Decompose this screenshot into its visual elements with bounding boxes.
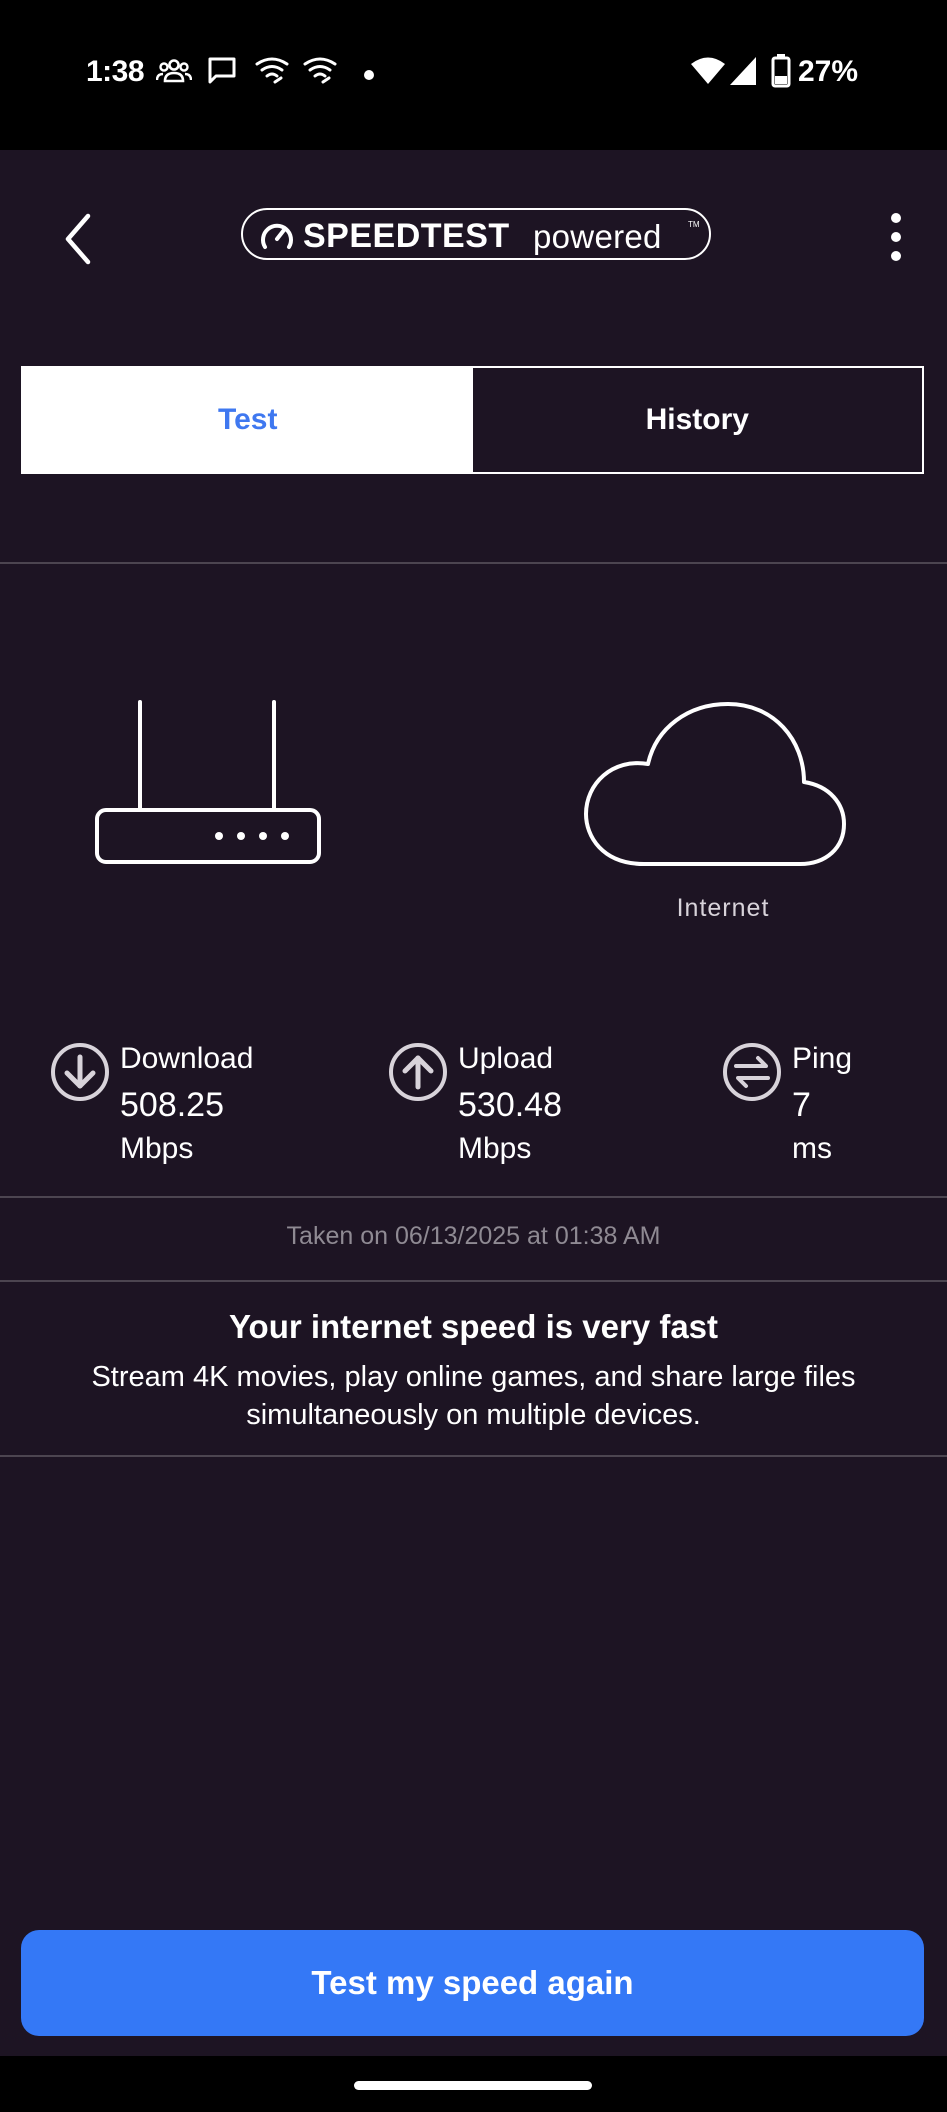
upload-unit: Mbps xyxy=(458,1132,532,1165)
status-bar: 1:38 27% xyxy=(0,0,947,150)
logo-trademark: TM xyxy=(688,220,700,229)
tab-test[interactable]: Test xyxy=(23,368,473,472)
logo-subtitle: powered xyxy=(533,218,662,255)
ping-value: 7 xyxy=(792,1086,811,1124)
kebab-menu-icon xyxy=(891,213,901,261)
download-value: 508.25 xyxy=(120,1086,224,1124)
ping-unit: ms xyxy=(792,1132,832,1165)
more-options-button[interactable] xyxy=(876,210,916,264)
internet-label: Internet xyxy=(676,894,770,922)
upload-value: 530.48 xyxy=(458,1086,562,1124)
ping-label: Ping xyxy=(792,1042,853,1075)
test-again-button[interactable]: Test my speed again xyxy=(21,1930,924,2036)
download-label: Download xyxy=(120,1042,254,1075)
gauge-icon xyxy=(259,219,295,256)
router-icon xyxy=(94,698,324,1023)
battery-icon xyxy=(771,54,791,93)
test-timestamp: Taken on 06/13/2025 at 01:38 AM xyxy=(286,1222,661,1250)
divider xyxy=(0,562,947,564)
dot-icon xyxy=(363,68,375,86)
home-gesture-handle[interactable] xyxy=(354,2081,592,2090)
wifi-calling-icon xyxy=(255,56,289,91)
speed-verdict-title: Your internet speed is very fast xyxy=(228,1308,719,1345)
tab-bar: Test History xyxy=(21,366,924,474)
arrow-up-circle-icon xyxy=(388,1042,448,1107)
battery-percentage: 27% xyxy=(798,55,859,88)
speedtest-screen: SPEEDTEST powered TM Test History Intern… xyxy=(0,150,947,2056)
speedtest-logo: SPEEDTEST powered TM xyxy=(241,208,711,260)
download-unit: Mbps xyxy=(120,1132,194,1165)
upload-label: Upload xyxy=(458,1042,554,1075)
signal-icon xyxy=(729,56,757,91)
group-icon xyxy=(155,56,193,91)
cloud-icon xyxy=(582,700,848,875)
chevron-left-icon xyxy=(65,213,91,265)
arrow-down-circle-icon xyxy=(50,1042,110,1107)
navigation-bar xyxy=(0,2056,947,2112)
message-icon xyxy=(207,56,237,91)
wifi-icon xyxy=(690,56,726,91)
wifi-calling-icon xyxy=(303,56,337,91)
speed-verdict-description: Stream 4K movies, play online games, and… xyxy=(91,1361,856,1431)
divider xyxy=(0,1455,947,1457)
divider xyxy=(0,1196,947,1198)
tab-history[interactable]: History xyxy=(473,368,923,472)
logo-brand: SPEEDTEST xyxy=(303,217,510,255)
back-button[interactable] xyxy=(56,212,104,266)
status-time: 1:38 xyxy=(86,55,145,88)
divider xyxy=(0,1280,947,1282)
ping-circle-icon xyxy=(722,1042,782,1107)
